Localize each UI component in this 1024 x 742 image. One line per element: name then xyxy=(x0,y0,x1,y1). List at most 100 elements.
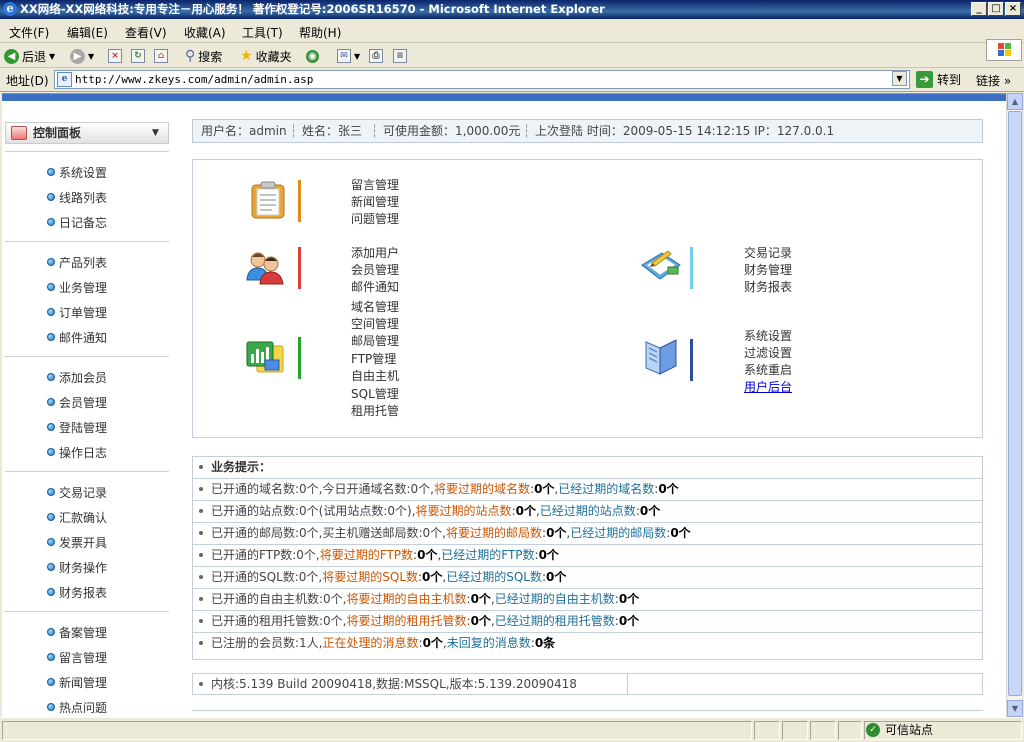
star-icon: ★ xyxy=(240,48,253,64)
expired-label: 已经过期的SQL数 xyxy=(446,570,542,584)
sidebar-item-remittance[interactable]: 汇款确认 xyxy=(47,509,107,525)
link-colocation[interactable]: 租用托管 xyxy=(351,402,399,419)
bottom-table-edge xyxy=(192,710,983,717)
link-system-settings[interactable]: 系统设置 xyxy=(744,327,792,344)
count-value: 0个 xyxy=(422,636,443,650)
version-text: 内核:5.139 Build 20090418,数据:MSSQL,版本:5.13… xyxy=(211,677,577,691)
favorites-button[interactable]: ★ 收藏夹 xyxy=(240,47,292,65)
link-news-manage[interactable]: 新闻管理 xyxy=(351,193,399,210)
expiring-label: 将要过期的邮局数 xyxy=(446,526,543,540)
sidebar-item-system-settings[interactable]: 系统设置 xyxy=(47,164,107,180)
security-zone[interactable]: ✓ 可信站点 xyxy=(866,721,933,738)
stop-button[interactable]: × xyxy=(108,47,122,65)
link-add-user[interactable]: 添加用户 xyxy=(351,244,399,261)
bullet-icon xyxy=(199,682,203,686)
link-sql-manage[interactable]: SQL管理 xyxy=(351,385,399,402)
search-button[interactable]: ⚲ 搜索 xyxy=(185,47,222,65)
go-button[interactable]: ➔ 转到 xyxy=(916,71,961,88)
sidebar-item-business-manage[interactable]: 业务管理 xyxy=(47,279,107,295)
expiring-label: 将要过期的域名数 xyxy=(434,482,531,496)
expiring-label: 将要过期的SQL数 xyxy=(322,570,418,584)
link-mailbox-manage[interactable]: 邮局管理 xyxy=(351,332,399,349)
control-panel-header[interactable]: 控制面板 ▼ xyxy=(5,122,169,144)
link-question-manage[interactable]: 问题管理 xyxy=(351,210,399,227)
sidebar-item-label: 会员管理 xyxy=(59,395,108,410)
bullet-icon xyxy=(199,641,203,645)
sidebar-item-invoice[interactable]: 发票开具 xyxy=(47,534,107,550)
bullet-icon xyxy=(47,283,55,291)
bullet-icon xyxy=(47,398,55,406)
edit-button[interactable]: ≡ xyxy=(393,47,407,65)
count-value: 0个 xyxy=(670,526,691,540)
media-button[interactable]: ◉ xyxy=(306,47,319,65)
sidebar-item-news-manage[interactable]: 新闻管理 xyxy=(47,674,107,690)
bullet-icon xyxy=(47,678,55,686)
link-transactions[interactable]: 交易记录 xyxy=(744,244,792,261)
back-arrow-icon: ◀ xyxy=(4,48,19,64)
link-member-manage[interactable]: 会员管理 xyxy=(351,261,399,278)
title-bar: e XX网络-XX网络科技:专用专注－用心服务！ 著作权登记号:2006SR16… xyxy=(0,0,1024,19)
links-button[interactable]: 链接 » xyxy=(976,72,1011,89)
sidebar-item-product-list[interactable]: 产品列表 xyxy=(47,254,107,270)
sidebar-item-mail-notice[interactable]: 邮件通知 xyxy=(47,329,107,345)
sidebar-item-order-manage[interactable]: 订单管理 xyxy=(47,304,107,320)
address-bar: 地址(D) e http://www.zkeys.com/admin/admin… xyxy=(0,68,1024,92)
address-input[interactable]: e http://www.zkeys.com/admin/admin.asp xyxy=(54,70,910,89)
link-domain-manage[interactable]: 域名管理 xyxy=(351,298,399,315)
scroll-down-button[interactable]: ▼ xyxy=(1007,700,1023,717)
link-ftp-manage[interactable]: FTP管理 xyxy=(351,350,396,367)
menu-help[interactable]: 帮助(H) xyxy=(299,24,341,41)
minimize-button[interactable]: _ xyxy=(971,2,987,16)
link-finance-manage[interactable]: 财务管理 xyxy=(744,261,792,278)
tips-row: 已开通的FTP数:0个,将要过期的FTP数:0个,已经过期的FTP数:0个 xyxy=(193,545,982,567)
sidebar-item-diary[interactable]: 日记备忘 xyxy=(47,214,107,230)
scroll-thumb[interactable] xyxy=(1008,111,1022,696)
link-free-host[interactable]: 自由主机 xyxy=(351,367,399,384)
bullet-icon xyxy=(47,538,55,546)
bullet-icon xyxy=(47,563,55,571)
link-finance-report[interactable]: 财务报表 xyxy=(744,278,792,295)
link-user-backend[interactable]: 用户后台 xyxy=(744,378,792,395)
sidebar-item-finance-ops[interactable]: 财务操作 xyxy=(47,559,107,575)
sidebar-item-line-list[interactable]: 线路列表 xyxy=(47,189,107,205)
sidebar-item-member-manage[interactable]: 会员管理 xyxy=(47,394,107,410)
sidebar-item-login-manage[interactable]: 登陆管理 xyxy=(47,419,107,435)
close-button[interactable]: × xyxy=(1005,2,1021,16)
link-message-manage[interactable]: 留言管理 xyxy=(351,176,399,193)
tips-text: 已开通的SQL数:0个, xyxy=(211,570,323,584)
sidebar-item-label: 财务报表 xyxy=(59,585,108,600)
refresh-button[interactable]: ↻ xyxy=(131,47,145,65)
menu-view[interactable]: 查看(V) xyxy=(125,24,167,41)
home-button[interactable]: ⌂ xyxy=(154,47,168,65)
sidebar-item-message-manage[interactable]: 留言管理 xyxy=(47,649,107,665)
sidebar-item-label: 汇款确认 xyxy=(59,510,108,525)
menu-favorites[interactable]: 收藏(A) xyxy=(184,24,226,41)
sidebar-group-business: 产品列表 业务管理 订单管理 邮件通知 xyxy=(5,241,169,357)
address-dropdown-button[interactable]: ▼ xyxy=(892,71,907,86)
address-label: 地址(D) xyxy=(6,74,49,88)
menu-edit[interactable]: 编辑(E) xyxy=(67,24,108,41)
vertical-scrollbar[interactable]: ▲ ▼ xyxy=(1006,93,1023,717)
sidebar-item-hot-questions[interactable]: 热点问题 xyxy=(47,699,107,715)
back-button[interactable]: ◀ 后退 ▼ xyxy=(4,47,55,65)
link-filter-settings[interactable]: 过滤设置 xyxy=(744,344,792,361)
link-space-manage[interactable]: 空间管理 xyxy=(351,315,399,332)
forward-button[interactable]: ▶ ▼ xyxy=(70,47,94,65)
maximize-button[interactable]: □ xyxy=(988,2,1004,16)
menu-tools[interactable]: 工具(T) xyxy=(242,24,283,41)
chevron-down-icon: ▼ xyxy=(354,51,361,61)
menu-file[interactable]: 文件(F) xyxy=(9,24,49,41)
sidebar-item-operation-log[interactable]: 操作日志 xyxy=(47,444,107,460)
expiring-label: 将要过期的站点数 xyxy=(415,504,512,518)
sidebar-item-add-member[interactable]: 添加会员 xyxy=(47,369,107,385)
link-mail-notice[interactable]: 邮件通知 xyxy=(351,278,399,295)
link-system-restart[interactable]: 系统重启 xyxy=(744,361,792,378)
scroll-up-button[interactable]: ▲ xyxy=(1007,93,1023,110)
print-button[interactable]: ⎙ xyxy=(369,47,383,65)
tips-text: 已注册的会员数:1人, xyxy=(211,636,323,650)
sidebar-item-record-filing[interactable]: 备案管理 xyxy=(47,624,107,640)
sidebar-item-transactions[interactable]: 交易记录 xyxy=(47,484,107,500)
mail-button[interactable]: ✉ ▼ xyxy=(337,47,360,65)
go-label: 转到 xyxy=(937,73,962,87)
sidebar-item-finance-report[interactable]: 财务报表 xyxy=(47,584,107,600)
